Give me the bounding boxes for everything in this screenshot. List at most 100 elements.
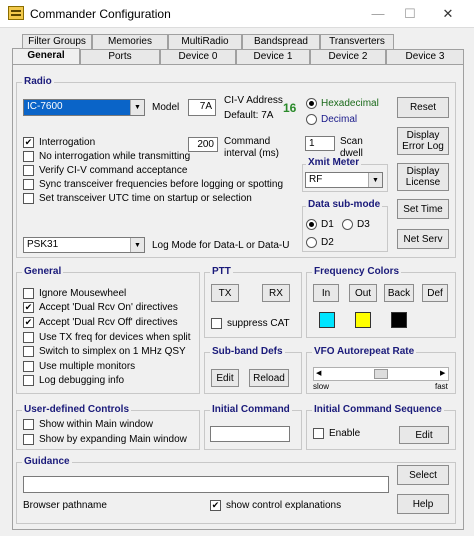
- color-back-button[interactable]: Back: [384, 284, 414, 302]
- show-explanations-checkbox[interactable]: ✔: [210, 500, 221, 511]
- select-button[interactable]: Select: [397, 465, 449, 485]
- maximize-button[interactable]: ☐: [396, 4, 424, 24]
- reset-button[interactable]: Reset: [397, 97, 449, 118]
- show-expanding-main-checkbox[interactable]: [23, 434, 34, 445]
- hexadecimal-radio[interactable]: [306, 98, 317, 109]
- log-mode-select[interactable]: PSK31 ▼: [23, 237, 145, 253]
- show-explanations-label: show control explanations: [226, 500, 342, 511]
- verify-civ-checkbox[interactable]: [23, 165, 34, 176]
- tab-transverters[interactable]: Transverters: [320, 34, 394, 50]
- ptt-group-title: PTT: [210, 266, 233, 277]
- use-tx-freq-checkbox[interactable]: [23, 332, 34, 343]
- guidance-group: [16, 462, 456, 524]
- window-title: Commander Configuration: [30, 7, 171, 21]
- ptt-tx-button[interactable]: TX: [211, 284, 239, 302]
- help-button[interactable]: Help: [397, 494, 449, 514]
- decimal-radio[interactable]: [306, 114, 317, 125]
- xmit-meter-select[interactable]: RF ▼: [305, 172, 383, 188]
- sequence-edit-button[interactable]: Edit: [399, 426, 449, 444]
- initial-command-input[interactable]: [210, 426, 290, 442]
- display-error-log-button[interactable]: Display Error Log: [397, 127, 449, 155]
- subband-edit-button[interactable]: Edit: [211, 369, 239, 387]
- suppress-cat-checkbox[interactable]: [211, 318, 222, 329]
- chevron-down-icon: ▼: [130, 100, 144, 115]
- civ-default-label: Default: 7A: [224, 110, 274, 121]
- browser-pathname-label: Browser pathname: [23, 500, 107, 511]
- initial-command-sequence-title: Initial Command Sequence: [312, 404, 444, 415]
- ptt-rx-button[interactable]: RX: [262, 284, 290, 302]
- frequency-colors-group: [306, 272, 456, 338]
- close-button[interactable]: ✕: [434, 4, 462, 24]
- subband-reload-button[interactable]: Reload: [249, 369, 289, 387]
- d2-label: D2: [321, 237, 334, 248]
- color-in-button[interactable]: In: [313, 284, 339, 302]
- data-submode-title: Data sub-mode: [306, 199, 383, 210]
- chevron-down-icon: ▼: [368, 173, 382, 187]
- xmit-meter-title: Xmit Meter: [306, 157, 362, 168]
- set-utc-label: Set transceiver UTC time on startup or s…: [39, 193, 252, 204]
- log-mode-label: Log Mode for Data-L or Data-U: [152, 240, 290, 251]
- use-multiple-monitors-checkbox[interactable]: [23, 361, 34, 372]
- dual-rcv-on-label: Accept 'Dual Rcv On' directives: [39, 302, 178, 313]
- show-within-main-label: Show within Main window: [39, 419, 153, 430]
- hexadecimal-label: Hexadecimal: [321, 98, 379, 109]
- tab-multiradio[interactable]: MultiRadio: [168, 34, 242, 50]
- frequency-colors-title: Frequency Colors: [312, 266, 402, 277]
- slider-thumb[interactable]: [374, 369, 388, 379]
- use-multiple-monitors-label: Use multiple monitors: [39, 361, 136, 372]
- civ-address-label: CI-V Address: [224, 95, 283, 106]
- chevron-down-icon: ▼: [130, 238, 144, 252]
- use-tx-freq-label: Use TX freq for devices when split: [39, 332, 191, 343]
- switch-simplex-label: Switch to simplex on 1 MHz QSY: [39, 346, 186, 357]
- sequence-enable-checkbox[interactable]: [313, 428, 324, 439]
- no-interrogation-checkbox[interactable]: [23, 151, 34, 162]
- vfo-autorepeat-title: VFO Autorepeat Rate: [312, 346, 417, 357]
- slider-right-arrow-icon[interactable]: ▶: [440, 369, 448, 379]
- verify-civ-label: Verify CI-V command acceptance: [39, 165, 188, 176]
- command-interval-field[interactable]: 200: [188, 137, 218, 152]
- dual-rcv-off-checkbox[interactable]: ✔: [23, 317, 34, 328]
- show-within-main-checkbox[interactable]: [23, 419, 34, 430]
- interrogation-label: Interrogation: [39, 137, 96, 148]
- tab-device-0[interactable]: Device 0: [160, 49, 236, 65]
- scan-dwell-field[interactable]: 1: [305, 136, 335, 151]
- ignore-mousewheel-label: Ignore Mousewheel: [39, 288, 127, 299]
- tab-bandspread[interactable]: Bandspread: [242, 34, 320, 50]
- color-def-button[interactable]: Def: [422, 284, 448, 302]
- in-color-swatch: [319, 312, 335, 328]
- browser-pathname-input[interactable]: [23, 476, 389, 493]
- color-out-button[interactable]: Out: [349, 284, 377, 302]
- net-serv-button[interactable]: Net Serv: [397, 229, 449, 249]
- set-utc-checkbox[interactable]: [23, 193, 34, 204]
- sync-frequencies-checkbox[interactable]: [23, 179, 34, 190]
- out-color-swatch: [355, 312, 371, 328]
- slow-label: slow: [313, 382, 330, 391]
- model-value-field[interactable]: 7A: [188, 99, 216, 116]
- tab-ports[interactable]: Ports: [80, 49, 160, 65]
- ignore-mousewheel-checkbox[interactable]: [23, 288, 34, 299]
- tab-device-1[interactable]: Device 1: [236, 49, 310, 65]
- switch-simplex-checkbox[interactable]: [23, 346, 34, 357]
- sequence-enable-label: Enable: [329, 428, 361, 439]
- tab-device-3[interactable]: Device 3: [386, 49, 464, 65]
- display-license-button[interactable]: Display License: [397, 163, 449, 191]
- slider-left-arrow-icon[interactable]: ◀: [316, 369, 324, 379]
- civ-address-value: 16: [283, 101, 297, 115]
- app-icon: [8, 6, 24, 20]
- dual-rcv-on-checkbox[interactable]: ✔: [23, 302, 34, 313]
- d3-label: D3: [357, 219, 370, 230]
- tab-device-2[interactable]: Device 2: [310, 49, 386, 65]
- tab-memories[interactable]: Memories: [92, 34, 168, 50]
- subband-defs-title: Sub-band Defs: [210, 346, 285, 357]
- log-debugging-checkbox[interactable]: [23, 375, 34, 386]
- d1-radio[interactable]: [306, 219, 317, 230]
- model-label: Model: [152, 102, 180, 113]
- d2-radio[interactable]: [306, 237, 317, 248]
- xmit-meter-value: RF: [309, 174, 323, 185]
- d3-radio[interactable]: [342, 219, 353, 230]
- radio-model-select[interactable]: IC-7600 ▼: [23, 99, 145, 116]
- vfo-autorepeat-slider[interactable]: ◀ ▶: [313, 367, 449, 381]
- minimize-button[interactable]: —: [364, 4, 392, 24]
- set-time-button[interactable]: Set Time: [397, 199, 449, 219]
- interrogation-checkbox[interactable]: ✔: [23, 137, 34, 148]
